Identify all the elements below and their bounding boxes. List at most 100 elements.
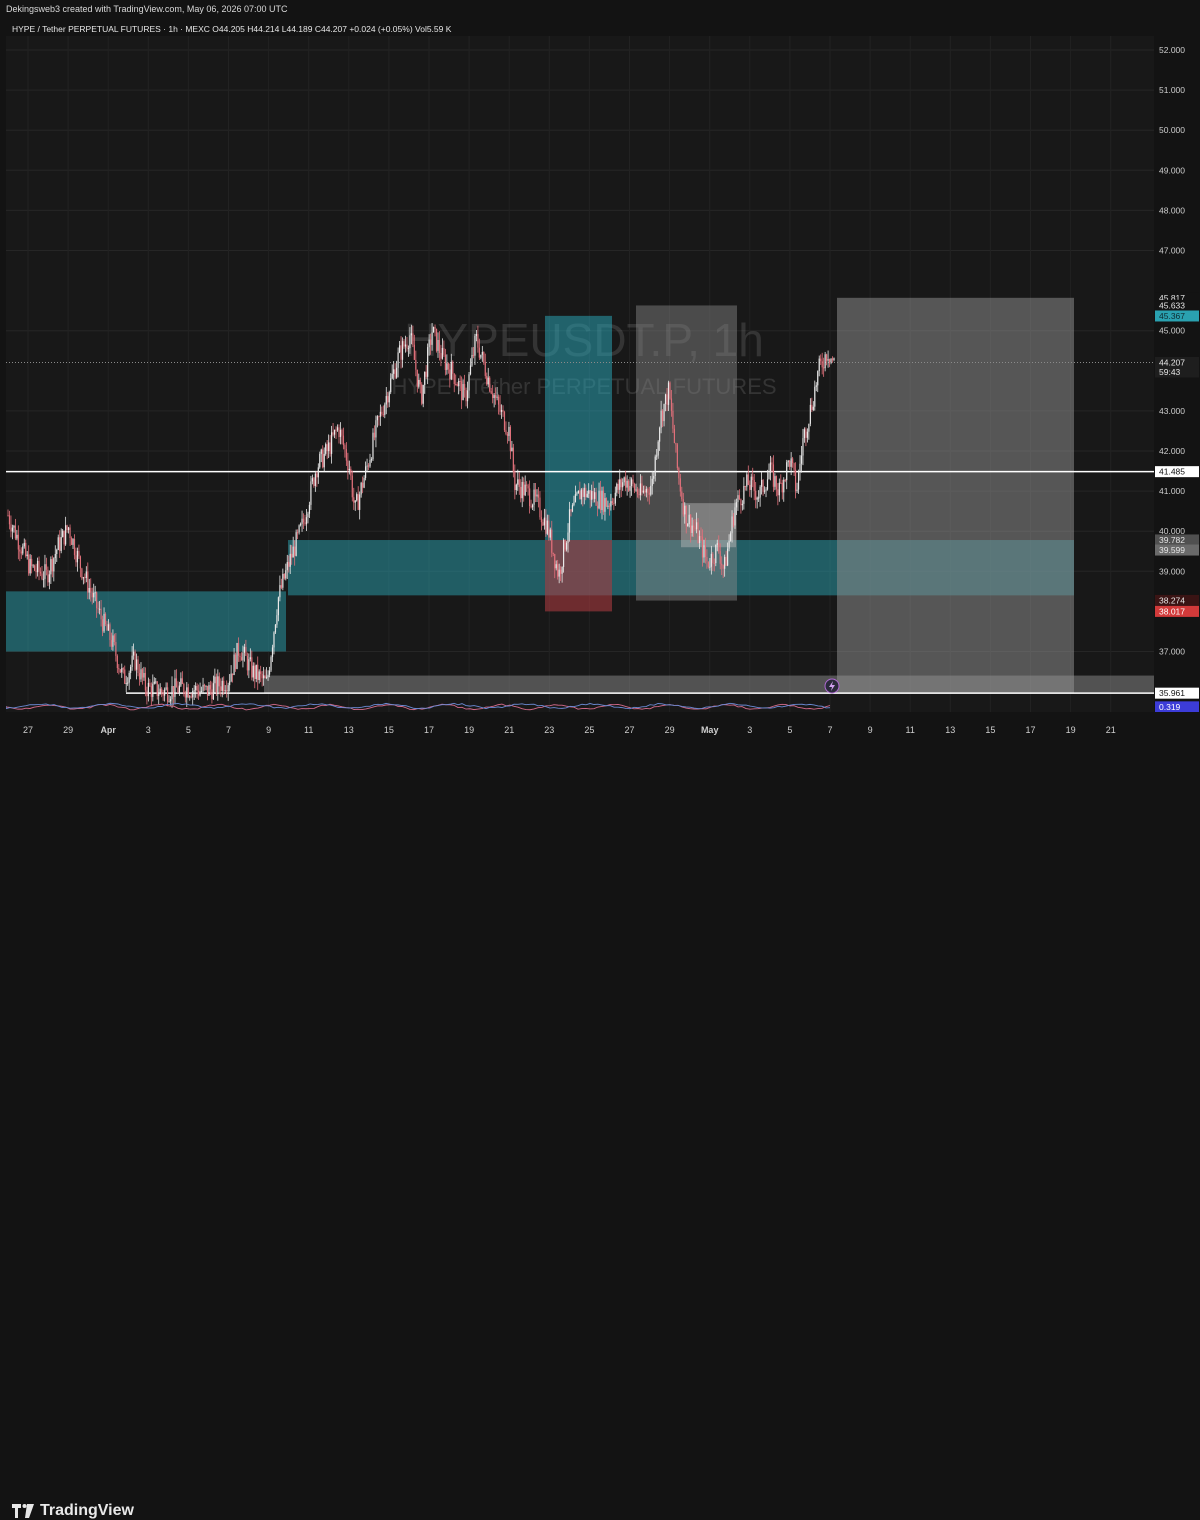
candle-body	[109, 624, 111, 641]
candle-body	[707, 561, 710, 567]
time-tick-label: 23	[544, 725, 554, 735]
price-axis[interactable]: 52.000 51.000 50.000 49.000 48.000 47.000 45.0…	[1154, 36, 1200, 724]
candle-body	[731, 516, 733, 534]
candle-body	[329, 442, 331, 454]
candle-body	[549, 529, 551, 538]
price-tick-label: 49.000	[1159, 165, 1185, 175]
price-tick-label: 42.000	[1159, 446, 1185, 456]
candle-body	[567, 532, 569, 543]
candle-body	[174, 678, 176, 697]
candle-body	[610, 501, 612, 507]
candle-body	[280, 585, 282, 588]
candle-body	[107, 624, 110, 631]
candle-body	[548, 520, 550, 538]
candle-body	[26, 554, 28, 557]
candle-body	[394, 369, 396, 378]
time-axis[interactable]: 27 29 Apr 3 5 7 9 11 13 15 17 19 21 23 25 27 29 May 3 5 7 9 11…	[6, 712, 1154, 748]
candle-body	[198, 690, 200, 696]
candle-body	[765, 489, 767, 491]
candle-body	[619, 479, 621, 490]
candle-body	[515, 484, 517, 491]
candle-body	[480, 354, 482, 358]
candle-body	[636, 489, 639, 495]
candle-body	[153, 681, 155, 684]
time-tick-label: 25	[584, 725, 594, 735]
candle-body	[325, 444, 327, 454]
zone-demand[interactable]	[6, 591, 286, 652]
candle-body	[348, 468, 350, 471]
candle-body	[169, 699, 172, 702]
candle-body	[521, 482, 523, 499]
candle-body	[511, 447, 513, 452]
zone-range[interactable]	[636, 305, 737, 601]
candle-body	[339, 429, 342, 438]
candle-body	[39, 571, 42, 574]
candle-body	[517, 479, 519, 485]
candle-body	[537, 494, 540, 498]
candle-body	[534, 489, 537, 497]
candle-body	[794, 469, 797, 492]
time-tick-label: 19	[1066, 725, 1076, 735]
candle-body	[817, 371, 819, 386]
time-tick-label: 9	[868, 725, 873, 735]
candle-body	[827, 359, 829, 361]
candle-body	[158, 694, 160, 697]
candle-body	[200, 690, 203, 692]
candle-body	[302, 518, 305, 523]
candle-body	[452, 361, 454, 374]
zone-projection[interactable]	[837, 297, 1074, 694]
price-tag-label: 38.274	[1159, 595, 1185, 605]
candle-body	[712, 553, 714, 564]
candle-body	[274, 624, 277, 633]
candle-body	[51, 559, 53, 572]
candle-body	[455, 383, 457, 385]
candle-body	[681, 491, 683, 500]
candle-body	[106, 624, 108, 631]
candle-body	[97, 608, 99, 610]
brand[interactable]: TradingView	[12, 1502, 134, 1520]
candle-body	[803, 429, 806, 439]
candle-body	[115, 641, 117, 656]
candle-body	[508, 426, 510, 436]
candle-body	[387, 396, 389, 403]
candle-body	[583, 487, 585, 497]
candle-body	[796, 489, 798, 492]
lightning-icon[interactable]	[824, 678, 840, 694]
candle-body	[211, 689, 213, 700]
candle-body	[410, 333, 412, 336]
candle-body	[474, 335, 476, 356]
candle-body	[645, 488, 647, 493]
candle-body	[462, 384, 464, 401]
chart-canvas[interactable]: HYPEUSDT.P, 1h HYPE / Tether PERPETUAL F…	[5, 36, 1154, 712]
price-axis-canvas: 52.000 51.000 50.000 49.000 48.000 47.000 45.0…	[1155, 45, 1199, 724]
candle-body	[150, 686, 152, 697]
time-tick-label: 17	[1025, 725, 1035, 735]
price-tag-label: 41.485	[1159, 467, 1185, 477]
candle-body	[756, 497, 758, 500]
candle-body	[183, 683, 185, 694]
candle-body	[763, 490, 766, 492]
candle-body	[400, 345, 402, 360]
zone-support-band[interactable]	[264, 675, 1154, 694]
candle-body	[168, 701, 170, 703]
candle-body	[407, 348, 410, 350]
chart-pane[interactable]: HYPEUSDT.P, 1h HYPE / Tether PERPETUAL F…	[5, 36, 1154, 712]
candle-body	[443, 347, 445, 355]
candle-body	[41, 573, 43, 579]
candle-body	[135, 659, 138, 670]
candle-body	[775, 476, 777, 490]
candle-body	[413, 344, 415, 360]
candle-body	[651, 478, 653, 486]
candle-body	[110, 640, 113, 647]
candle-body	[719, 551, 721, 564]
candle-body	[678, 468, 680, 479]
candle-body	[212, 683, 214, 700]
candle-body	[376, 416, 379, 421]
candle-body	[644, 490, 646, 493]
candle-body	[50, 559, 52, 575]
candle-body	[246, 655, 248, 671]
candle-body	[777, 489, 779, 496]
candle-body	[602, 490, 605, 512]
time-tick-label: 21	[1106, 725, 1116, 735]
candle-body	[209, 685, 212, 690]
